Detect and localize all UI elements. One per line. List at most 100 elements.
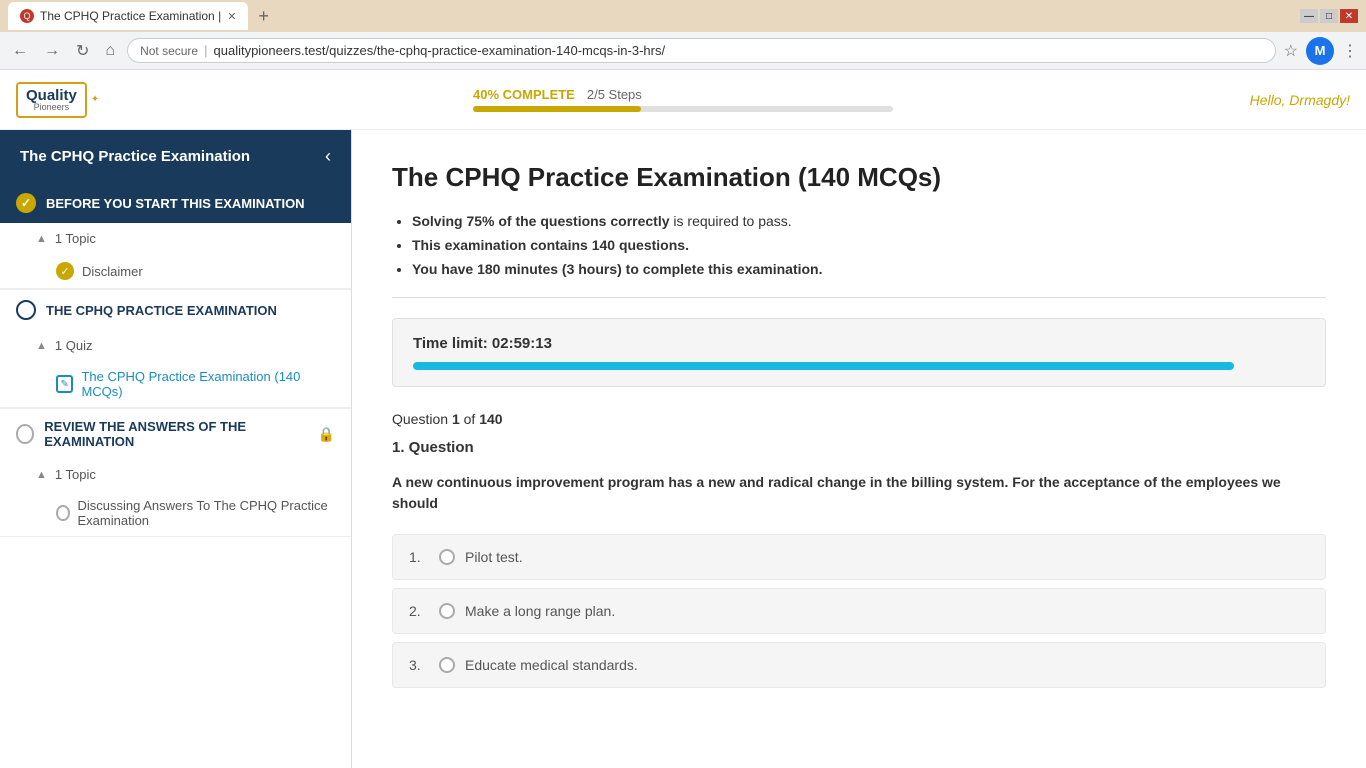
radio-btn-1[interactable] bbox=[439, 549, 455, 565]
exam-link-label: The CPHQ Practice Examination (140 MCQs) bbox=[81, 369, 335, 399]
sidebar-disclaimer-item[interactable]: ✓ Disclaimer bbox=[0, 254, 351, 288]
exam-info-list: Solving 75% of the questions correctly i… bbox=[412, 213, 1326, 277]
sidebar-section-review-header[interactable]: REVIEW THE ANSWERS OF THE EXAMINATION 🔒 bbox=[0, 408, 351, 459]
bullet-1-bold: Solving 75% of the questions correctly bbox=[412, 213, 670, 229]
sidebar-collapse-button[interactable]: ‹ bbox=[325, 146, 331, 167]
disclaimer-check-icon: ✓ bbox=[56, 262, 74, 280]
progress-label: 40% COMPLETE 2/5 Steps bbox=[473, 87, 893, 102]
progress-bar-fill bbox=[473, 106, 641, 112]
option-text-2: Make a long range plan. bbox=[465, 603, 615, 619]
before-check-icon: ✓ bbox=[16, 193, 36, 213]
main-content: The CPHQ Practice Examination (140 MCQs)… bbox=[352, 130, 1366, 768]
answer-option-3[interactable]: 3. Educate medical standards. bbox=[392, 642, 1326, 688]
sidebar-topics-3-label: 1 Topic bbox=[55, 467, 96, 482]
option-text-1: Pilot test. bbox=[465, 549, 523, 565]
caret-icon-2: ▲ bbox=[36, 340, 47, 352]
sidebar-topics-3[interactable]: ▲ 1 Topic bbox=[0, 459, 351, 490]
question-num: 1 bbox=[452, 411, 460, 427]
tab-title-text: The CPHQ Practice Examination | bbox=[40, 9, 221, 23]
back-button[interactable]: ← bbox=[8, 40, 32, 62]
question-of: of bbox=[460, 411, 479, 427]
sidebar-topics-2-label: 1 Quiz bbox=[55, 338, 93, 353]
time-box: Time limit: 02:59:13 bbox=[392, 318, 1326, 387]
exam-circle-icon bbox=[16, 300, 36, 320]
logo-pioneers-text: Pioneers bbox=[34, 103, 70, 112]
logo-box: Quality Pioneers bbox=[16, 82, 87, 118]
sidebar-discussing-item[interactable]: Discussing Answers To The CPHQ Practice … bbox=[0, 490, 351, 536]
lock-icon: 🔒 bbox=[318, 426, 335, 443]
security-label: Not secure bbox=[140, 44, 198, 58]
browser-menu-button[interactable]: ⋮ bbox=[1342, 41, 1358, 61]
answer-option-2[interactable]: 2. Make a long range plan. bbox=[392, 588, 1326, 634]
question-counter: Question 1 of 140 bbox=[392, 411, 1326, 427]
time-limit-text: Time limit: 02:59:13 bbox=[413, 335, 1305, 352]
sidebar-section-before-header[interactable]: ✓ BEFORE YOU START THIS EXAMINATION bbox=[0, 183, 351, 223]
progress-steps-text: 2/5 Steps bbox=[587, 87, 642, 102]
tab-favicon: Q bbox=[20, 9, 34, 23]
bullet-1: Solving 75% of the questions correctly i… bbox=[412, 213, 1326, 229]
browser-titlebar: Q The CPHQ Practice Examination | ✕ + — … bbox=[0, 0, 1366, 32]
main-layout: The CPHQ Practice Examination ‹ ✓ BEFORE… bbox=[0, 130, 1366, 768]
discussing-circle-icon bbox=[56, 505, 70, 521]
exam-title: The CPHQ Practice Examination (140 MCQs) bbox=[392, 162, 1326, 193]
sidebar-title-text: The CPHQ Practice Examination bbox=[20, 148, 250, 165]
minimize-button[interactable]: — bbox=[1300, 9, 1318, 23]
profile-button[interactable]: M bbox=[1306, 37, 1334, 65]
radio-btn-2[interactable] bbox=[439, 603, 455, 619]
progress-area: 40% COMPLETE 2/5 Steps bbox=[473, 87, 893, 112]
option-num-3: 3. bbox=[409, 657, 429, 673]
review-section-label: REVIEW THE ANSWERS OF THE EXAMINATION bbox=[44, 419, 307, 449]
sidebar-exam-link[interactable]: ✎ The CPHQ Practice Examination (140 MCQ… bbox=[0, 361, 351, 407]
caret-icon-3: ▲ bbox=[36, 469, 47, 481]
sidebar-section-before: ✓ BEFORE YOU START THIS EXAMINATION ▲ 1 … bbox=[0, 183, 351, 289]
bookmark-button[interactable]: ☆ bbox=[1284, 41, 1298, 61]
sidebar-section-exam: THE CPHQ PRACTICE EXAMINATION ▲ 1 Quiz ✎… bbox=[0, 289, 351, 408]
sidebar-topics-1[interactable]: ▲ 1 Topic bbox=[0, 223, 351, 254]
sidebar-section-review: REVIEW THE ANSWERS OF THE EXAMINATION 🔒 … bbox=[0, 408, 351, 537]
reload-button[interactable]: ↻ bbox=[72, 39, 93, 63]
sidebar-title-bar: The CPHQ Practice Examination ‹ bbox=[0, 130, 351, 183]
progress-complete-text: 40% COMPLETE bbox=[473, 87, 575, 102]
option-num-1: 1. bbox=[409, 549, 429, 565]
answer-option-1[interactable]: 1. Pilot test. bbox=[392, 534, 1326, 580]
option-num-2: 2. bbox=[409, 603, 429, 619]
logo-star-icon: ✦ bbox=[91, 94, 99, 105]
question-counter-pre: Question bbox=[392, 411, 452, 427]
question-heading: 1. Question bbox=[392, 439, 1326, 456]
sidebar-topics-2[interactable]: ▲ 1 Quiz bbox=[0, 330, 351, 361]
question-text: A new continuous improvement program has… bbox=[392, 472, 1326, 514]
browser-tab[interactable]: Q The CPHQ Practice Examination | ✕ bbox=[8, 2, 248, 30]
before-section-label: BEFORE YOU START THIS EXAMINATION bbox=[46, 196, 305, 211]
forward-button[interactable]: → bbox=[40, 40, 64, 62]
new-tab-button[interactable]: + bbox=[254, 6, 273, 27]
browser-addressbar: ← → ↻ ⌂ Not secure | qualitypioneers.tes… bbox=[0, 32, 1366, 70]
address-text: qualitypioneers.test/quizzes/the-cphq-pr… bbox=[214, 43, 1263, 58]
disclaimer-label: Disclaimer bbox=[82, 264, 143, 279]
radio-btn-3[interactable] bbox=[439, 657, 455, 673]
caret-icon-1: ▲ bbox=[36, 233, 47, 245]
logo-area: Quality Pioneers ✦ bbox=[16, 82, 99, 118]
quiz-icon: ✎ bbox=[56, 375, 73, 393]
sidebar-section-exam-header[interactable]: THE CPHQ PRACTICE EXAMINATION bbox=[0, 289, 351, 330]
app-header: Quality Pioneers ✦ 40% COMPLETE 2/5 Step… bbox=[0, 70, 1366, 130]
close-button[interactable]: ✕ bbox=[1340, 9, 1358, 23]
address-bar[interactable]: Not secure | qualitypioneers.test/quizze… bbox=[127, 38, 1276, 63]
home-button[interactable]: ⌂ bbox=[101, 40, 119, 62]
sidebar: The CPHQ Practice Examination ‹ ✓ BEFORE… bbox=[0, 130, 352, 768]
address-separator: | bbox=[204, 43, 207, 58]
discussing-label: Discussing Answers To The CPHQ Practice … bbox=[78, 498, 336, 528]
tab-close-button[interactable]: ✕ bbox=[227, 10, 236, 23]
logo-quality-text: Quality bbox=[26, 88, 77, 103]
bullet-3-bold: You have 180 minutes (3 hours) to comple… bbox=[412, 261, 823, 277]
question-total: 140 bbox=[479, 411, 502, 427]
exam-section-label: THE CPHQ PRACTICE EXAMINATION bbox=[46, 303, 277, 318]
bullet-2-bold: This examination contains 140 questions. bbox=[412, 237, 689, 253]
content-divider bbox=[392, 297, 1326, 298]
maximize-button[interactable]: □ bbox=[1320, 9, 1338, 23]
time-progress-bar bbox=[413, 362, 1234, 370]
hello-text: Hello, Drmagdy! bbox=[1250, 92, 1350, 108]
bullet-2: This examination contains 140 questions. bbox=[412, 237, 1326, 253]
progress-bar-container bbox=[473, 106, 893, 112]
window-controls: — □ ✕ bbox=[1300, 9, 1358, 23]
bullet-3: You have 180 minutes (3 hours) to comple… bbox=[412, 261, 1326, 277]
